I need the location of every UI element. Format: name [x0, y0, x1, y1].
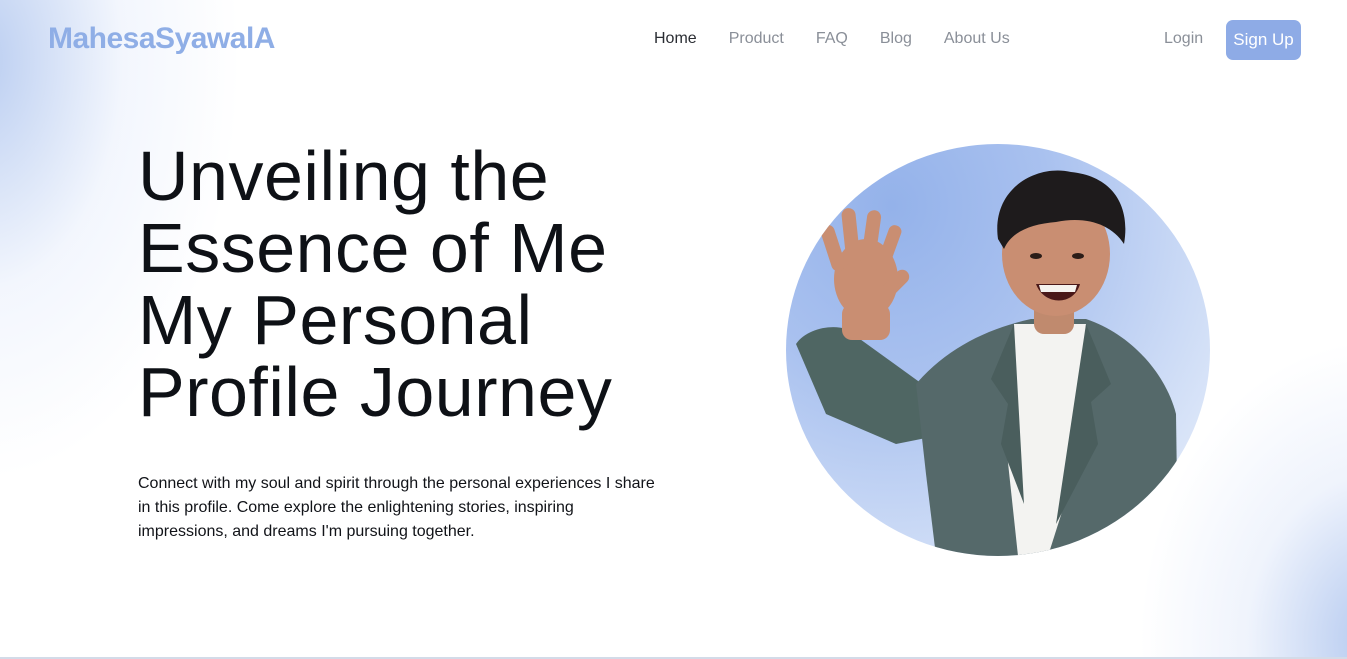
signup-button[interactable]: Sign Up — [1226, 20, 1301, 60]
waving-person-illustration — [796, 170, 1178, 556]
main-nav: Home Product FAQ Blog About Us — [654, 30, 1010, 48]
nav-product[interactable]: Product — [729, 30, 784, 48]
nav-about-us[interactable]: About Us — [944, 30, 1010, 48]
hero-description: Connect with my soul and spirit through … — [138, 475, 655, 540]
hero-headline-line-2: Essence of Me — [138, 209, 608, 287]
nav-faq[interactable]: FAQ — [816, 30, 848, 48]
hero-headline-line-1: Unveiling the — [138, 137, 550, 215]
brand-logo[interactable]: MahesaSyawalA — [48, 22, 275, 56]
nav-home[interactable]: Home — [654, 30, 697, 48]
hero-headline-line-4: Profile Journey — [138, 353, 613, 431]
nav-blog[interactable]: Blog — [880, 30, 912, 48]
profile-photo — [786, 144, 1210, 556]
hero-headline: Unveiling the Essence of Me My Personal … — [138, 140, 738, 428]
hero-headline-line-3: My Personal — [138, 281, 533, 359]
login-link[interactable]: Login — [1164, 30, 1203, 48]
